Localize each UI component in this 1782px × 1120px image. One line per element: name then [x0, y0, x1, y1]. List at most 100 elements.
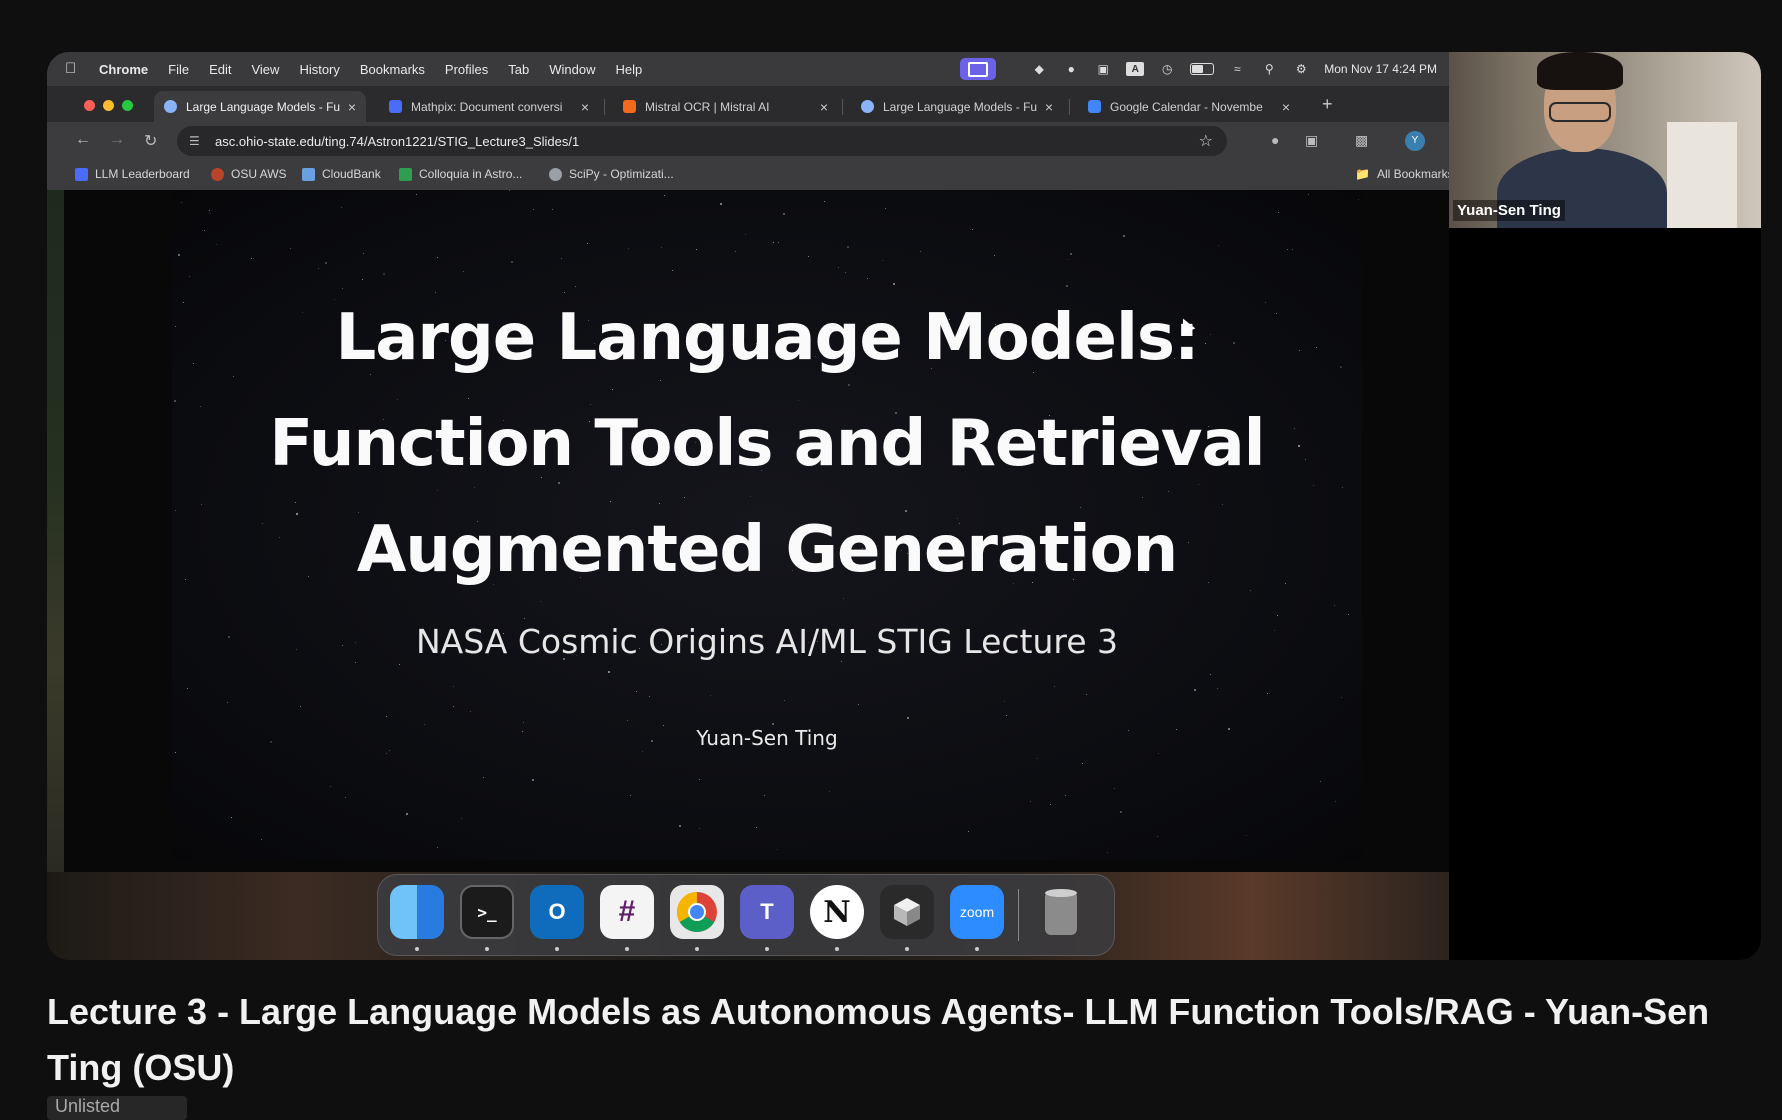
dropbox-icon[interactable]: ◆	[1030, 62, 1048, 76]
browser-tab[interactable]: Large Language Models - Fu ×	[154, 91, 366, 122]
star-dot	[783, 213, 785, 215]
close-tab-icon[interactable]: ×	[348, 99, 356, 115]
address-bar[interactable]: ☰ asc.ohio-state.edu/ting.74/Astron1221/…	[177, 126, 1227, 156]
star-dot	[778, 242, 779, 243]
apple-icon[interactable]: 	[65, 61, 81, 77]
star-dot	[972, 229, 973, 230]
star-dot	[290, 248, 291, 249]
bookmark-star-icon[interactable]: ☆	[1199, 131, 1213, 151]
trash-icon[interactable]	[1034, 885, 1088, 939]
star-dot	[363, 253, 364, 254]
menu-view[interactable]: View	[251, 62, 279, 77]
spotlight-search-icon[interactable]: ⚲	[1260, 62, 1278, 76]
slack-glyph: #	[618, 895, 636, 928]
bookmark-item[interactable]: Colloquia in Astro...	[399, 167, 522, 181]
star-dot	[1050, 804, 1051, 805]
time-machine-icon[interactable]: ◷	[1158, 62, 1176, 76]
star-dot	[187, 688, 188, 689]
all-bookmarks-button[interactable]: 📁 All Bookmarks	[1355, 167, 1449, 181]
menu-file[interactable]: File	[168, 62, 189, 77]
cube-app-icon[interactable]	[880, 885, 934, 939]
wifi-icon[interactable]: ≈	[1228, 62, 1246, 76]
star-dot	[649, 696, 650, 697]
tab-favicon-icon	[861, 100, 874, 113]
terminal-icon[interactable]: >_	[460, 885, 514, 939]
menu-tab[interactable]: Tab	[508, 62, 529, 77]
menu-profiles[interactable]: Profiles	[445, 62, 488, 77]
tab-search-icon[interactable]: ▩	[1355, 132, 1368, 149]
site-info-icon[interactable]: ☰	[189, 134, 203, 148]
zoom-icon[interactable]: zoom	[950, 885, 1004, 939]
outlook-glyph: O	[548, 899, 566, 924]
slack-icon[interactable]: #	[600, 885, 654, 939]
battery-icon[interactable]	[1190, 63, 1215, 75]
video-player[interactable]:  Chrome File Edit View History Bookmark…	[47, 52, 1761, 960]
star-dot	[1194, 689, 1196, 691]
minimize-window-button[interactable]	[103, 100, 114, 111]
menu-edit[interactable]: Edit	[209, 62, 231, 77]
star-dot	[636, 691, 637, 692]
bookmark-item[interactable]: CloudBank	[302, 167, 381, 181]
screen-share-icon[interactable]	[960, 58, 997, 80]
star-dot	[511, 261, 513, 263]
star-dot	[181, 202, 182, 203]
star-dot	[483, 777, 484, 778]
menu-chrome[interactable]: Chrome	[99, 62, 148, 77]
background-door	[1667, 122, 1737, 228]
reload-icon[interactable]: ↻	[144, 131, 157, 151]
browser-tab[interactable]: Mistral OCR | Mistral AI ×	[613, 91, 838, 122]
control-center-icon[interactable]: ⚙	[1292, 62, 1310, 76]
extensions-puzzle-icon[interactable]: ▣	[1305, 132, 1318, 149]
extension-icon[interactable]: ●	[1271, 132, 1279, 148]
bookmark-favicon-icon	[211, 167, 224, 181]
star-dot	[885, 208, 886, 209]
input-source-icon[interactable]: A	[1126, 62, 1145, 76]
star-dot	[772, 723, 774, 725]
finder-icon[interactable]	[390, 885, 444, 939]
close-tab-icon[interactable]: ×	[820, 99, 828, 115]
back-icon[interactable]: ←	[75, 131, 91, 149]
all-bookmarks-label: All Bookmarks	[1376, 167, 1449, 181]
teams-icon[interactable]: T	[740, 885, 794, 939]
bookmark-label: CloudBank	[322, 167, 381, 181]
star-dot	[1086, 694, 1087, 695]
bookmark-item[interactable]: LLM Leaderboard	[75, 167, 190, 181]
star-dot	[1210, 674, 1211, 675]
close-window-button[interactable]	[84, 100, 95, 111]
bookmark-item[interactable]: OSU AWS	[211, 167, 287, 181]
close-tab-icon[interactable]: ×	[1045, 99, 1053, 115]
star-dot	[773, 242, 774, 243]
star-dot	[251, 258, 252, 259]
star-dot	[764, 795, 765, 796]
browser-tab[interactable]: Mathpix: Document conversi ×	[379, 91, 599, 122]
close-tab-icon[interactable]: ×	[581, 99, 589, 115]
star-dot	[777, 849, 778, 850]
star-dot	[907, 717, 909, 719]
new-tab-icon[interactable]: +	[1322, 94, 1333, 115]
menu-window[interactable]: Window	[549, 62, 595, 77]
maximize-window-button[interactable]	[122, 100, 133, 111]
menu-history[interactable]: History	[299, 62, 339, 77]
profile-avatar[interactable]: Y	[1405, 131, 1425, 151]
menu-help[interactable]: Help	[616, 62, 643, 77]
star-dot	[824, 201, 825, 202]
forward-icon[interactable]: →	[109, 131, 125, 149]
close-tab-icon[interactable]: ×	[1282, 99, 1290, 115]
dock-running-indicator	[975, 947, 979, 951]
browser-tab[interactable]: Large Language Models - Fu ×	[851, 91, 1063, 122]
star-dot	[679, 825, 681, 827]
outlook-status-icon[interactable]: ▣	[1094, 62, 1112, 76]
address-url[interactable]: asc.ohio-state.edu/ting.74/Astron1221/ST…	[215, 134, 579, 149]
teams-status-icon[interactable]: ●	[1062, 62, 1080, 76]
mac-dock: >_ O # T N zoom	[377, 874, 1115, 956]
chrome-icon[interactable]	[670, 885, 724, 939]
star-dot	[696, 249, 697, 250]
outlook-icon[interactable]: O	[530, 885, 584, 939]
bookmark-item[interactable]: SciPy - Optimizati...	[549, 167, 674, 181]
browser-tab[interactable]: Google Calendar - Novembe ×	[1078, 91, 1300, 122]
notion-icon[interactable]: N	[810, 885, 864, 939]
menubar-datetime[interactable]: Mon Nov 17 4:24 PM	[1324, 62, 1437, 76]
menu-bookmarks[interactable]: Bookmarks	[360, 62, 425, 77]
star-dot	[858, 704, 859, 705]
star-dot	[300, 706, 301, 707]
